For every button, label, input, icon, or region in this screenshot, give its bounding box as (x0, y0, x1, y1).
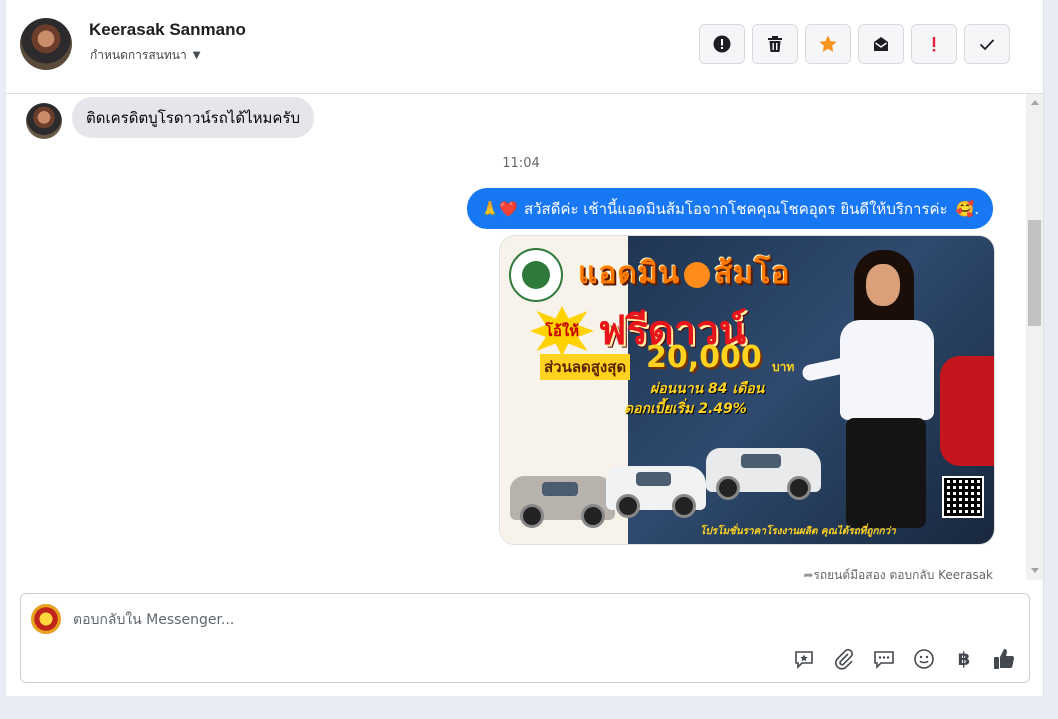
pray-heart-emoji: 🙏❤️ (480, 199, 518, 218)
follow-up-button[interactable] (911, 24, 957, 64)
promo-headline: แอดมิน ส้มโอ (578, 256, 791, 291)
interest-text: ดอกเบี้ยเริ่ม 2.49% (624, 401, 747, 417)
page-avatar (31, 604, 61, 634)
car-pickup-cargo (706, 448, 821, 500)
sender-avatar[interactable] (26, 103, 62, 139)
delete-button[interactable] (752, 24, 798, 64)
thumbs-up-icon[interactable] (991, 646, 1017, 672)
trash-icon (768, 36, 782, 52)
outgoing-message: 🙏❤️ สวัสดีค่ะ เช้านี้แอดมินส้มโอจากโชคคุ… (466, 188, 993, 229)
chat-bubbles-icon[interactable] (871, 646, 897, 672)
alert-circle-icon (713, 35, 731, 53)
saved-reply-icon[interactable] (791, 646, 817, 672)
conversation-header: Keerasak Sanmano กำหนดการสนทนา ▼ (6, 0, 1043, 94)
report-spam-button[interactable] (699, 24, 745, 64)
composer-tools: ฿ (791, 646, 1017, 672)
admin-photo (800, 250, 942, 544)
star-button[interactable] (805, 24, 851, 64)
qr-code (942, 476, 984, 518)
caret-down-icon: ▼ (192, 50, 201, 61)
assign-conversation-dropdown[interactable]: กำหนดการสนทนา ▼ (90, 46, 200, 65)
installment-text: ผ่อนนาน 84 เดือน (650, 381, 765, 397)
reply-arrow-icon: ➦ (803, 568, 814, 582)
scrollbar-thumb[interactable] (1028, 220, 1041, 326)
incoming-message: ติดเครดิตบูโรดาวน์รถได้ไหมครับ (72, 97, 315, 138)
exclamation-icon (932, 37, 936, 52)
done-button[interactable] (964, 24, 1010, 64)
reply-composer: ฿ (20, 593, 1030, 683)
orange-fruit-icon (684, 261, 711, 288)
car-pickup-white (606, 466, 706, 518)
car-door-graphic (940, 356, 994, 466)
promo-burst-badge: โอ้ให้ (530, 306, 594, 356)
sent-note: ➦รถยนต์มือสอง ตอบกลับ Keerasak (803, 568, 993, 582)
check-icon (979, 39, 995, 51)
baht-icon[interactable]: ฿ (951, 646, 977, 672)
scroll-up-arrow-icon[interactable] (1031, 100, 1039, 105)
user-avatar[interactable] (20, 18, 72, 70)
car-sedan (510, 476, 615, 528)
promo-image[interactable]: แอดมิน ส้มโอ โอ้ให้ ฟรีดาวน์ ส่วนลดสูงสุด… (499, 235, 995, 545)
incoming-message-text: ติดเครดิตบูโรดาวน์รถได้ไหมครับ (86, 108, 301, 127)
header-actions (699, 24, 1010, 64)
promo-footer-text: โปรโมชั่นราคาโรงงานผลิต คุณได้รถที่ถูกกว… (700, 526, 896, 537)
discount-amount: 20,000 (646, 340, 762, 375)
discount-label: ส่วนลดสูงสุด (540, 354, 631, 380)
smile-hearts-emoji: 🥰. (955, 199, 979, 218)
thread-scrollbar[interactable] (1026, 94, 1043, 580)
attachment-icon[interactable] (831, 646, 857, 672)
outgoing-message-text: สวัสดีค่ะ เช้านี้แอดมินส้มโอจากโชคคุณโชค… (523, 199, 948, 218)
user-name[interactable]: Keerasak Sanmano (89, 20, 246, 40)
mark-unread-button[interactable] (858, 24, 904, 64)
emoji-icon[interactable] (911, 646, 937, 672)
currency-label: บาท (772, 360, 795, 374)
message-timestamp: 11:04 (502, 156, 540, 171)
dealer-logo (509, 248, 563, 302)
envelope-icon (874, 37, 888, 51)
scroll-down-arrow-icon[interactable] (1031, 568, 1039, 573)
assign-label: กำหนดการสนทนา (90, 48, 187, 62)
inbox-panel: Keerasak Sanmano กำหนดการสนทนา ▼ ติดเครด… (6, 0, 1044, 696)
reply-input[interactable] (71, 602, 775, 638)
star-icon (819, 35, 837, 52)
